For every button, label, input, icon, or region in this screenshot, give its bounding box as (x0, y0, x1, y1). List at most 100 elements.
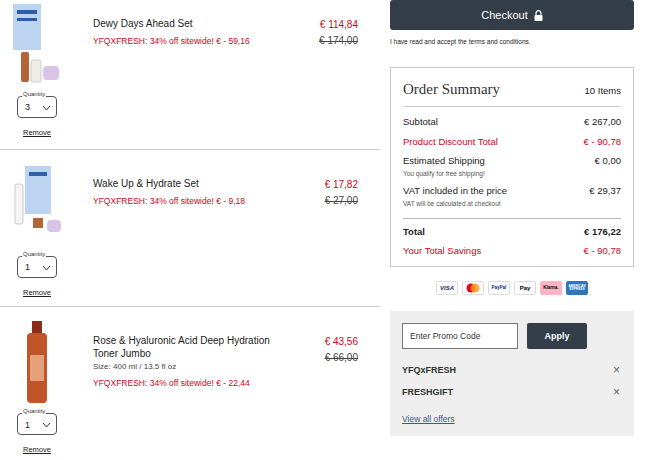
lock-icon (534, 10, 543, 21)
quantity-select[interactable]: Quantity1 (17, 413, 57, 435)
order-panel: Checkout I have read and accept the terms… (390, 0, 634, 460)
sale-price: € 114,84 (294, 17, 358, 32)
remove-link[interactable]: Remove (23, 287, 51, 298)
paypal-icon: PayPal (488, 281, 510, 295)
order-summary: Order Summary 10 Items Subtotal € 267,00 Pro… (390, 67, 634, 268)
page: Quantity3RemoveDewy Days Ahead SetYFQXFR… (0, 0, 650, 460)
promo-form: Apply (402, 323, 622, 349)
promo-panel: Apply YFQxFRESH × FRESHGIFT × View all offers (390, 311, 634, 436)
remove-link[interactable]: Remove (23, 444, 51, 455)
applepay-icon: Pay (514, 281, 536, 295)
summary-value: € 267,00 (584, 115, 621, 129)
summary-label: Subtotal (403, 115, 438, 129)
payment-label: Pay (520, 285, 531, 291)
terms-suffix: . (529, 38, 531, 45)
sale-price: € 43,56 (294, 334, 358, 349)
cart-list: Quantity3RemoveDewy Days Ahead SetYFQXFR… (0, 0, 380, 460)
summary-value: € 29,37 (589, 184, 621, 198)
summary-label: Your Total Savings (403, 244, 481, 258)
summary-entry: Subtotal € 267,00 (403, 115, 621, 129)
summary-note: VAT will be calculated at checkout (403, 199, 621, 209)
cart-item: Quantity3RemoveDewy Days Ahead SetYFQXFR… (0, 0, 380, 150)
summary-label: Total (403, 225, 425, 239)
item-media: Quantity1Remove (6, 319, 68, 455)
payment-label: VISA (440, 285, 454, 291)
summary-entry: Product Discount Total€ - 90,78 (403, 135, 621, 149)
summary-entry: VAT included in the price€ 29,37VAT will… (403, 184, 621, 209)
apply-button[interactable]: Apply (527, 323, 587, 349)
item-media: Quantity3Remove (6, 2, 68, 141)
checkout-button[interactable]: Checkout (390, 0, 634, 30)
remove-link[interactable]: Remove (23, 127, 51, 138)
item-info: Wake Up & Hydrate Set YFQXFRESH: 34% off … (93, 162, 294, 298)
chevron-down-icon (42, 265, 51, 271)
summary-entry: Your Total Savings € - 90,78 (403, 244, 621, 258)
quantity-select[interactable]: Quantity3 (17, 96, 57, 118)
promo-note: YFQXFRESH: 34% off sitewide! € - 59,16 (93, 35, 294, 48)
summary-value: € - 90,78 (584, 244, 622, 258)
quantity-label: Quantity (22, 91, 46, 98)
applied-code: YFQxFRESH × (402, 359, 622, 381)
payment-label: Klarna. (543, 286, 558, 291)
chevron-down-icon (42, 422, 51, 428)
quantity-value: 3 (25, 101, 30, 115)
summary-value: € 0,00 (595, 154, 621, 168)
summary-entry: Estimated Shipping € 0,00You qualify for … (403, 154, 621, 179)
terms-text: I have read and accept the terms and con… (390, 37, 634, 47)
visa-icon: VISA (436, 281, 458, 295)
applied-code: FRESHGIFT × (402, 381, 622, 403)
cart-item: Quantity1RemoveRose & Hyaluronic Acid De… (0, 307, 380, 460)
summary-row: Your Total Savings € - 90,78 (403, 244, 621, 258)
item-prices: € 114,84€ 174,00 (294, 2, 358, 141)
original-price: € 27,00 (294, 193, 358, 208)
product-image (9, 2, 65, 90)
promo-note: YFQXFRESH: 34% off sitewide! € - 9,18 (93, 195, 294, 208)
item-media: Quantity1Remove (6, 162, 68, 298)
payment-label: AMERICAN EXPRESS (568, 285, 586, 291)
cart-item: Quantity1RemoveWake Up & Hydrate SetYFQX… (0, 150, 380, 307)
item-prices: € 43,56€ 66,00 (294, 319, 358, 455)
product-image (9, 319, 65, 407)
payment-methods: VISA PayPal Pay Klarna. AMERICAN EXPRESS (390, 281, 634, 295)
quantity-label: Quantity (22, 251, 46, 258)
summary-row: Product Discount Total€ - 90,78 (403, 135, 621, 149)
summary-header: Order Summary 10 Items (403, 78, 621, 108)
checkout-label: Checkout (481, 7, 527, 24)
code-name: YFQxFRESH (402, 364, 456, 378)
product-size: Size: 400 ml / 13.5 fl oz (93, 361, 294, 373)
product-name[interactable]: Rose & Hyaluronic Acid Deep Hydration To… (93, 335, 294, 360)
mastercard-icon (462, 281, 484, 295)
original-price: € 66,00 (294, 350, 358, 365)
summary-label: Estimated Shipping (403, 154, 485, 168)
quantity-select[interactable]: Quantity1 (17, 256, 57, 278)
summary-title: Order Summary (403, 78, 500, 101)
summary-label: Product Discount Total (403, 135, 498, 149)
summary-row: VAT included in the price€ 29,37 (403, 184, 621, 198)
code-name: FRESHGIFT (402, 386, 453, 400)
summary-row: Total € 176,22 (403, 225, 621, 239)
promo-note: YFQXFRESH: 34% off sitewide! € - 22,44 (93, 377, 294, 390)
quantity-label: Quantity (22, 408, 46, 415)
amex-icon: AMERICAN EXPRESS (566, 281, 588, 295)
sale-price: € 17,82 (294, 177, 358, 192)
remove-code-button[interactable]: × (611, 386, 622, 398)
summary-value: € 176,22 (584, 225, 621, 239)
terms-prefix: I have read and accept the (390, 38, 469, 45)
view-offers-link[interactable]: View all offers (402, 413, 455, 426)
klarna-icon: Klarna. (540, 281, 562, 295)
summary-row: Subtotal € 267,00 (403, 115, 621, 129)
summary-note: You qualify for free shipping! (403, 169, 621, 179)
product-image (9, 162, 65, 250)
summary-entry: Total € 176,22 (403, 218, 621, 239)
product-name[interactable]: Wake Up & Hydrate Set (93, 178, 294, 191)
item-prices: € 17,82€ 27,00 (294, 162, 358, 298)
promo-input[interactable] (402, 323, 518, 349)
item-count: 10 Items (585, 84, 621, 98)
payment-label: PayPal (492, 286, 507, 291)
original-price: € 174,00 (294, 33, 358, 48)
terms-link[interactable]: terms and conditions (469, 38, 529, 45)
remove-code-button[interactable]: × (611, 364, 622, 376)
product-name[interactable]: Dewy Days Ahead Set (93, 18, 294, 31)
quantity-value: 1 (25, 261, 30, 275)
quantity-value: 1 (25, 419, 30, 433)
